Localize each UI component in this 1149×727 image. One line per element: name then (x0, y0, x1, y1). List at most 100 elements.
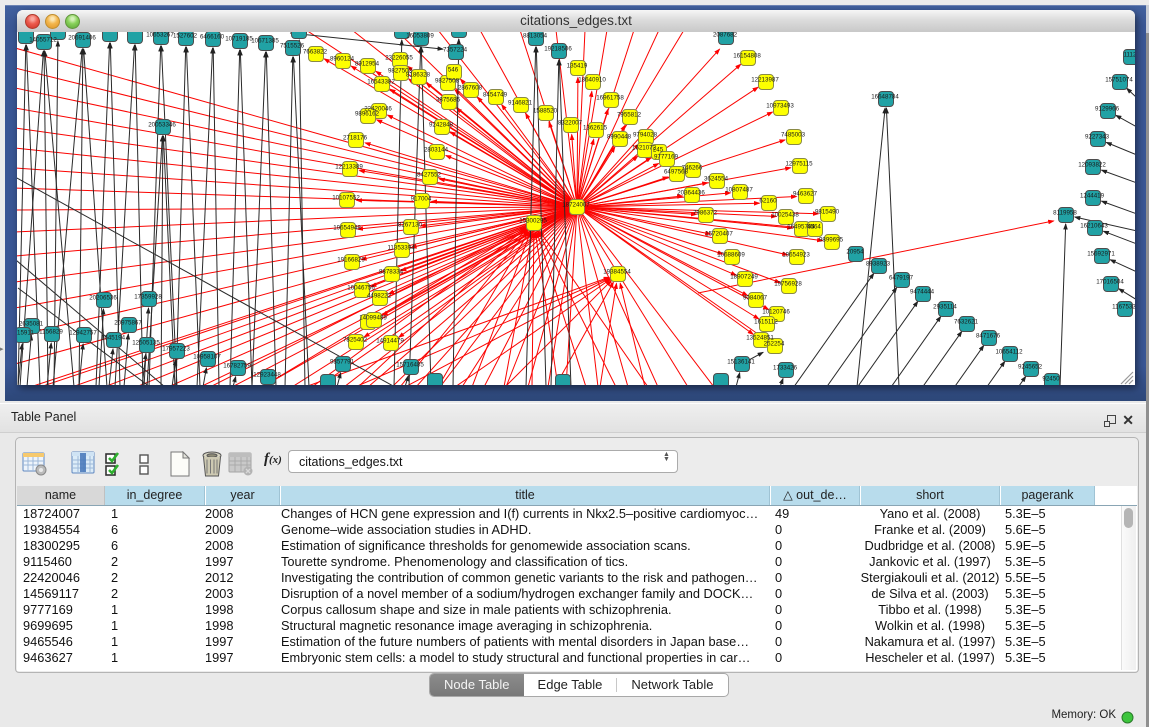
svg-text:8427552: 8427552 (417, 172, 442, 179)
svg-text:16154808: 16154808 (733, 53, 761, 60)
svg-text:14055712: 14055712 (29, 37, 57, 44)
svg-text:14914479: 14914479 (376, 338, 404, 345)
svg-text:6466160: 6466160 (200, 34, 225, 41)
svg-text:12213389: 12213389 (335, 164, 363, 171)
svg-text:9827508: 9827508 (435, 78, 460, 85)
svg-text:9899695: 9899695 (819, 237, 844, 244)
svg-text:10120746: 10120746 (762, 309, 790, 316)
svg-text:9777169: 9777169 (654, 154, 679, 161)
svg-text:1112: 1112 (1124, 52, 1135, 59)
svg-text:7632621: 7632621 (954, 319, 979, 326)
svg-text:7515526: 7515526 (280, 43, 305, 50)
svg-text:10107552: 10107552 (332, 195, 360, 202)
svg-text:23226055: 23226055 (385, 55, 413, 62)
svg-text:3624554: 3624554 (704, 176, 729, 183)
svg-text:20954: 20954 (846, 249, 864, 256)
svg-text:8454749: 8454749 (483, 92, 508, 99)
svg-text:15716485: 15716485 (396, 362, 424, 369)
svg-text:7825402: 7825402 (343, 337, 368, 344)
svg-text:2867608: 2867608 (458, 85, 483, 92)
svg-text:6497568: 6497568 (664, 169, 689, 176)
svg-text:2718176: 2718176 (343, 135, 368, 142)
svg-text:4498222: 4498222 (367, 293, 392, 300)
svg-text:12213987: 12213987 (751, 77, 779, 84)
svg-text:16782759: 16782759 (223, 363, 251, 370)
svg-text:2935114: 2935114 (933, 304, 957, 311)
svg-text:7986372: 7986372 (693, 210, 718, 217)
svg-text:18907249: 18907249 (730, 274, 758, 281)
svg-text:9815490: 9815490 (815, 209, 840, 216)
svg-text:4564: 4564 (807, 224, 821, 231)
svg-text:16046756: 16046756 (347, 285, 375, 292)
svg-text:10973493: 10973493 (766, 103, 794, 110)
svg-text:10958107: 10958107 (193, 354, 221, 361)
svg-text:19654923: 19654923 (782, 252, 810, 259)
svg-text:12093822: 12093822 (1078, 162, 1106, 169)
svg-text:20364436: 20364436 (677, 190, 705, 197)
svg-text:1362615: 1362615 (583, 125, 608, 132)
svg-text:8878334: 8878334 (379, 269, 404, 276)
svg-text:15720407: 15720407 (705, 231, 733, 238)
svg-text:9084067: 9084067 (743, 295, 768, 302)
svg-text:8912954: 8912954 (355, 61, 380, 68)
svg-text:19756928: 19756928 (774, 281, 802, 288)
svg-text:10025438: 10025438 (771, 212, 799, 219)
svg-text:8119958: 8119958 (1053, 210, 1077, 217)
svg-text:1588520: 1588520 (533, 108, 558, 115)
svg-text:7955812: 7955812 (617, 112, 642, 119)
svg-text:19654948: 19654948 (333, 225, 361, 232)
svg-text:62160: 62160 (759, 198, 777, 205)
svg-text:14099489: 14099489 (359, 315, 387, 322)
svg-text:18640910: 18640910 (578, 77, 606, 84)
svg-text:16210643: 16210643 (1080, 223, 1108, 230)
svg-text:10654112: 10654112 (995, 349, 1023, 356)
svg-text:1527602: 1527602 (173, 33, 198, 40)
svg-text:20206536: 20206536 (89, 295, 117, 302)
svg-text:9242848: 9242848 (429, 122, 454, 129)
svg-text:9857791: 9857791 (330, 359, 355, 366)
svg-text:245: 245 (653, 147, 664, 154)
svg-text:135419: 135419 (567, 63, 588, 70)
svg-text:12942757: 12942757 (69, 330, 97, 337)
svg-text:2803144: 2803144 (424, 147, 449, 154)
svg-text:16961758: 16961758 (596, 95, 624, 102)
svg-text:1156829: 1156829 (39, 329, 63, 336)
svg-text:3915911: 3915911 (17, 330, 34, 337)
svg-text:17016504: 17016504 (1096, 279, 1124, 286)
svg-text:92450: 92450 (1042, 376, 1060, 383)
svg-text:16053809: 16053809 (406, 33, 434, 40)
svg-text:2087682: 2087682 (713, 32, 738, 39)
svg-text:546: 546 (448, 67, 459, 74)
svg-text:8813054: 8813054 (523, 33, 548, 40)
svg-text:15136141: 15136141 (727, 359, 755, 366)
svg-text:1167533: 1167533 (1112, 304, 1135, 311)
svg-text:10653267: 10653267 (146, 32, 174, 39)
svg-text:15300295: 15300295 (519, 218, 547, 225)
svg-text:20975867: 20975867 (114, 320, 142, 327)
svg-text:1244419: 1244419 (1080, 193, 1105, 200)
svg-text:9896162: 9896162 (355, 111, 380, 118)
svg-text:15692971: 15692971 (1087, 251, 1115, 258)
svg-text:12505135: 12505135 (132, 340, 160, 347)
svg-text:17359928: 17359928 (134, 294, 162, 301)
svg-text:10719185: 10719185 (225, 36, 253, 43)
svg-text:20691406: 20691406 (68, 35, 96, 42)
svg-text:7357224: 7357224 (443, 47, 468, 54)
svg-text:917004: 917004 (411, 196, 432, 203)
svg-text:1733426: 1733426 (773, 365, 798, 372)
svg-text:10688609: 10688609 (717, 252, 745, 259)
svg-text:8186328: 8186328 (406, 72, 431, 79)
svg-text:10671385: 10671385 (251, 38, 279, 45)
svg-text:7485003: 7485003 (781, 132, 806, 139)
svg-text:9146821: 9146821 (508, 100, 533, 107)
svg-text:6479197: 6479197 (889, 275, 914, 282)
svg-text:19218506: 19218506 (544, 46, 572, 53)
svg-text:8938923: 8938923 (866, 261, 891, 268)
svg-text:8267130: 8267130 (398, 222, 423, 229)
svg-text:16543382: 16543382 (367, 79, 395, 86)
svg-text:19166829: 19166829 (337, 257, 365, 264)
svg-text:1645194: 1645194 (101, 335, 126, 342)
svg-text:3875685: 3875685 (436, 97, 461, 104)
svg-text:9227343: 9227343 (1085, 134, 1110, 141)
svg-text:7663822: 7663822 (303, 49, 328, 56)
